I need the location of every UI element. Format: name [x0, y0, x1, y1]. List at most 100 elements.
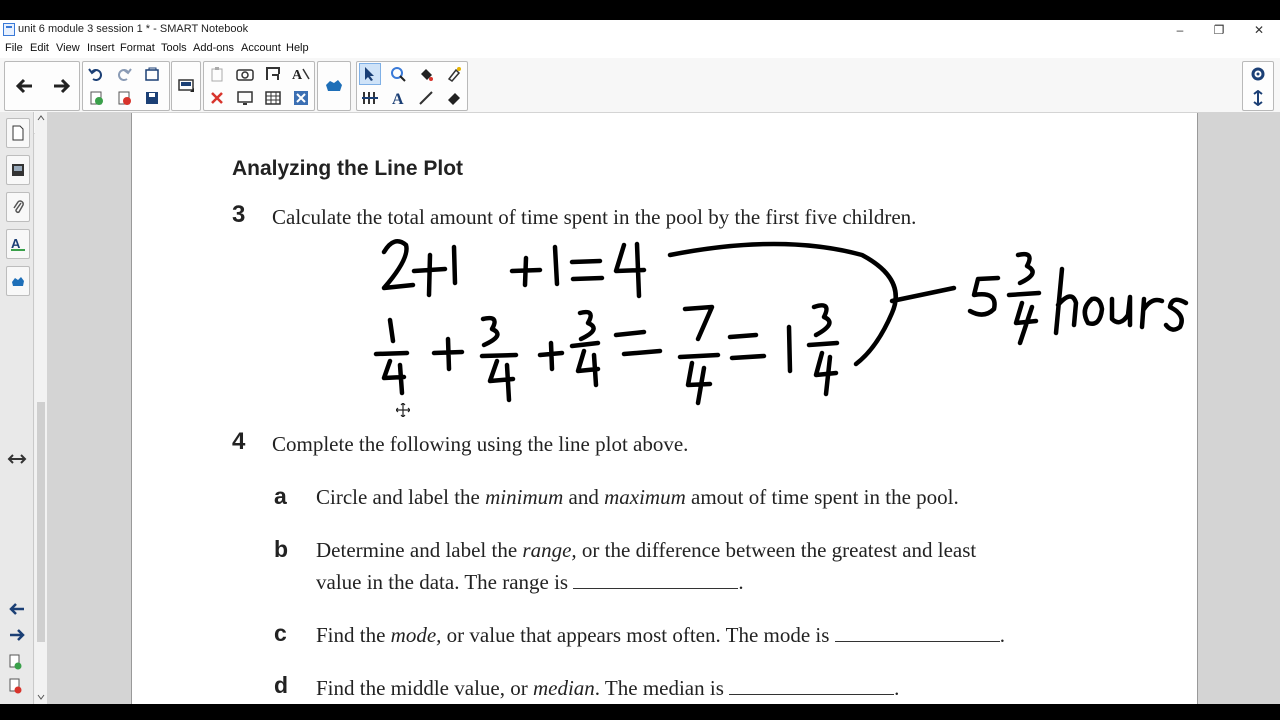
- ink-fraction-1: [373, 317, 410, 396]
- delete-icon[interactable]: [206, 87, 228, 109]
- menu-edit[interactable]: Edit: [30, 42, 49, 54]
- ink-plus: [509, 255, 543, 288]
- question-4-number: 4: [232, 428, 246, 455]
- median-answer-blank[interactable]: [729, 677, 895, 695]
- handwritten-ink[interactable]: [132, 113, 1199, 413]
- select-icon[interactable]: [359, 63, 381, 85]
- add-ons-icon[interactable]: [6, 266, 30, 296]
- ink-fraction-3: [806, 303, 840, 397]
- edit-group: [82, 61, 170, 111]
- menu-account[interactable]: Account: [241, 42, 281, 54]
- nav-group: [4, 61, 80, 111]
- gallery-icon[interactable]: [6, 155, 30, 185]
- item-b-line2: value in the data. The range is: [316, 570, 569, 594]
- item-d-median: median: [532, 676, 595, 700]
- tools-group: A: [356, 61, 468, 111]
- prev-page-icon[interactable]: [8, 602, 26, 621]
- close-button[interactable]: ✕: [1239, 20, 1279, 40]
- menu-insert[interactable]: Insert: [87, 42, 115, 54]
- text-icon[interactable]: A: [387, 87, 409, 109]
- page-scrollbar[interactable]: [35, 112, 47, 704]
- menu-help[interactable]: Help: [286, 42, 309, 54]
- menu-add-ons[interactable]: Add-ons: [193, 42, 234, 54]
- shapes-pen-icon[interactable]: [387, 63, 409, 85]
- mode-answer-blank[interactable]: [834, 624, 1000, 642]
- resize-arrows-icon[interactable]: [7, 452, 27, 470]
- item-c-before: Find the: [316, 623, 391, 647]
- screen-shade-icon[interactable]: [175, 75, 197, 97]
- sidebar-delete-page-icon[interactable]: [8, 678, 22, 699]
- save-icon[interactable]: [141, 87, 163, 109]
- notebook-page[interactable]: Analyzing the Line Plot 3 Calculate the …: [131, 113, 1198, 704]
- page-sorter-icon[interactable]: [6, 118, 30, 148]
- paste-icon[interactable]: [206, 63, 228, 85]
- response-icon[interactable]: [323, 75, 345, 97]
- item-c-after: or value that appears most often. The mo…: [441, 623, 830, 647]
- ink-digit-1: [552, 244, 560, 287]
- question-4-text: Complete the following using the line pl…: [272, 432, 689, 456]
- lines-icon[interactable]: [415, 87, 437, 109]
- scroll-down-icon[interactable]: [37, 694, 45, 700]
- ink-digit-4: [613, 241, 647, 299]
- magic-pen-icon[interactable]: [443, 63, 465, 85]
- settings-icon[interactable]: [1247, 63, 1269, 85]
- ink-equals: [569, 258, 605, 282]
- item-b-text: Determine and label the range, or the di…: [316, 534, 1136, 598]
- menu-tools[interactable]: Tools: [161, 42, 187, 54]
- response-group: [317, 61, 351, 111]
- scroll-thumb[interactable]: [37, 402, 45, 642]
- menu-file[interactable]: File: [5, 42, 23, 54]
- table-icon[interactable]: [262, 87, 284, 109]
- restore-button[interactable]: ❐: [1199, 20, 1239, 40]
- move-toolbar-icon[interactable]: [1247, 87, 1269, 109]
- ink-fraction-3: [479, 315, 519, 403]
- shade-group: [171, 61, 201, 111]
- scroll-up-icon[interactable]: [37, 115, 45, 121]
- item-d-before: Find the middle value, or: [316, 676, 533, 700]
- item-c-letter: c: [274, 620, 287, 646]
- back-icon[interactable]: [13, 75, 35, 97]
- eraser-icon[interactable]: [443, 87, 465, 109]
- fill-icon[interactable]: [415, 63, 437, 85]
- display-icon[interactable]: [234, 87, 256, 109]
- ink-digit-2: [381, 239, 416, 291]
- item-a-text: Circle and label the minimum and maximum…: [316, 481, 1136, 513]
- delete-page-icon[interactable]: [113, 87, 135, 109]
- undo-icon[interactable]: [85, 63, 107, 85]
- svg-text:A: A: [392, 91, 404, 106]
- menu-format[interactable]: Format: [120, 42, 155, 54]
- pens-icon[interactable]: [359, 87, 381, 109]
- item-b-letter: b: [274, 536, 289, 562]
- ink-equals: [727, 332, 767, 361]
- add-page-icon[interactable]: [85, 87, 107, 109]
- item-b-range: range,: [522, 538, 577, 562]
- item-d-end: .: [894, 676, 900, 700]
- range-answer-blank[interactable]: [573, 571, 739, 589]
- sidebar-add-page-icon[interactable]: [8, 654, 22, 675]
- redo-icon[interactable]: [113, 63, 135, 85]
- ink-plus: [537, 340, 565, 372]
- item-b-after: or the difference between the greatest a…: [576, 538, 977, 562]
- screenshot-icon[interactable]: [234, 63, 256, 85]
- forward-icon[interactable]: [51, 75, 73, 97]
- item-a-minimum: minimum: [485, 485, 564, 509]
- text-recognize-icon[interactable]: A: [290, 63, 312, 85]
- open-file-icon[interactable]: [141, 63, 163, 85]
- attachments-icon[interactable]: [6, 192, 30, 222]
- ink-fraction-3: [1006, 251, 1042, 346]
- ink-fraction-3: [569, 309, 601, 388]
- side-panel: A: [0, 112, 34, 704]
- ink-bracket: [667, 241, 898, 367]
- properties-icon[interactable]: A: [6, 229, 30, 259]
- next-page-icon[interactable]: [8, 628, 26, 647]
- clear-ink-icon[interactable]: [290, 87, 312, 109]
- item-a-before: Circle and label the: [316, 485, 486, 509]
- full-screen-icon[interactable]: [262, 63, 284, 85]
- title-bar: unit 6 module 3 session 1 * - SMART Note…: [0, 20, 1280, 40]
- minimize-button[interactable]: –: [1160, 20, 1200, 40]
- ink-word-hours: [1053, 266, 1189, 336]
- move-cursor-icon: [396, 403, 410, 417]
- menu-view[interactable]: View: [56, 42, 80, 54]
- item-d-text: Find the middle value, or median. The me…: [316, 672, 1136, 704]
- window-title: unit 6 module 3 session 1 * - SMART Note…: [18, 23, 249, 35]
